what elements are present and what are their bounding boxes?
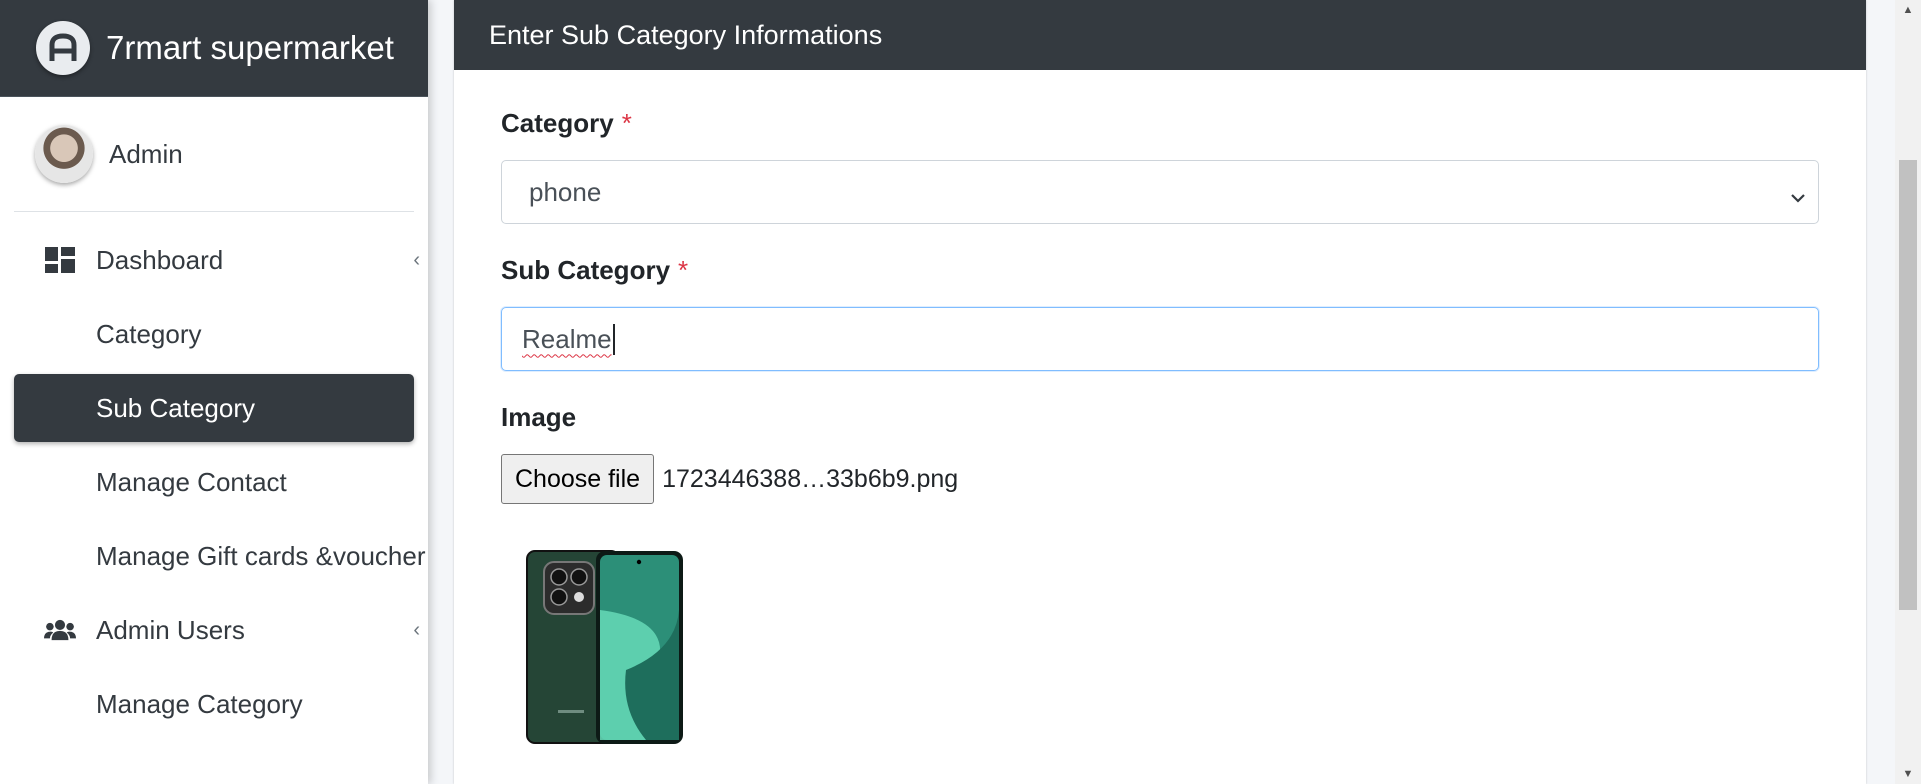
image-preview [526, 550, 684, 745]
sidebar-item-label: Dashboard [96, 244, 224, 275]
card-header: Enter Sub Category Informations [454, 0, 1866, 70]
sidebar-item-label: Admin Users [96, 614, 245, 645]
sub-category-label: Sub Category * [501, 255, 688, 286]
sub-category-input[interactable]: Realme [501, 307, 1819, 371]
required-mark: * [621, 108, 632, 138]
sidebar-item-label: Manage Category [96, 688, 303, 719]
sidebar-item-manage-gift-cards[interactable]: Manage Gift cards &voucher [14, 522, 426, 590]
brand-link[interactable]: 7rmart supermarket [0, 0, 428, 97]
scroll-down-arrow-icon[interactable]: ▼ [1895, 764, 1921, 784]
category-select-value: phone [529, 176, 602, 207]
avatar [35, 125, 93, 183]
dashboard-grid-icon [44, 244, 76, 276]
chevron-left-icon: ‹ [413, 618, 420, 641]
chevron-left-icon: ‹ [413, 248, 420, 271]
sidebar: 7rmart supermarket Admin Dashboard ‹ Cat… [0, 0, 428, 784]
sub-category-input-value: Realme [522, 323, 615, 355]
category-select[interactable]: phone [501, 160, 1819, 224]
image-label-text: Image [501, 402, 577, 432]
user-name: Admin [109, 138, 183, 169]
choose-file-button[interactable]: Choose file [501, 454, 655, 504]
category-label-text: Category [501, 108, 614, 138]
brand-logo-icon [36, 21, 90, 75]
image-label: Image [501, 402, 576, 433]
chevron-down-icon [1790, 181, 1806, 212]
image-file-input: Choose file 1723446388…33b6b9.png [501, 454, 958, 504]
sidebar-nav: Dashboard ‹ Category Sub Category Manage… [0, 226, 428, 738]
selected-file-name: 1723446388…33b6b9.png [662, 464, 959, 493]
sidebar-item-admin-users[interactable]: Admin Users ‹ [14, 596, 420, 664]
scroll-up-arrow-icon[interactable]: ▲ [1895, 0, 1921, 20]
category-label: Category * [501, 108, 632, 139]
sidebar-item-label: Manage Contact [96, 466, 287, 497]
brand-name: 7rmart supermarket [106, 29, 394, 66]
sidebar-item-category[interactable]: Category [14, 300, 414, 368]
vertical-scrollbar[interactable]: ▲ ▼ [1895, 0, 1921, 784]
sidebar-item-sub-category[interactable]: Sub Category [14, 374, 414, 442]
users-icon [44, 614, 76, 646]
sub-category-label-text: Sub Category [501, 255, 671, 285]
sidebar-item-label: Category [96, 318, 202, 349]
sidebar-item-manage-contact[interactable]: Manage Contact [14, 448, 414, 516]
sidebar-item-manage-category[interactable]: Manage Category [14, 670, 414, 738]
sidebar-item-label: Manage Gift cards &voucher [96, 540, 426, 571]
user-panel[interactable]: Admin [14, 97, 414, 212]
scrollbar-thumb[interactable] [1899, 160, 1917, 610]
card-title: Enter Sub Category Informations [489, 19, 883, 50]
sidebar-item-label: Sub Category [96, 392, 255, 423]
required-mark: * [678, 255, 689, 285]
sidebar-item-dashboard[interactable]: Dashboard ‹ [14, 226, 420, 294]
sub-category-form-card: Enter Sub Category Informations Category… [454, 0, 1866, 784]
